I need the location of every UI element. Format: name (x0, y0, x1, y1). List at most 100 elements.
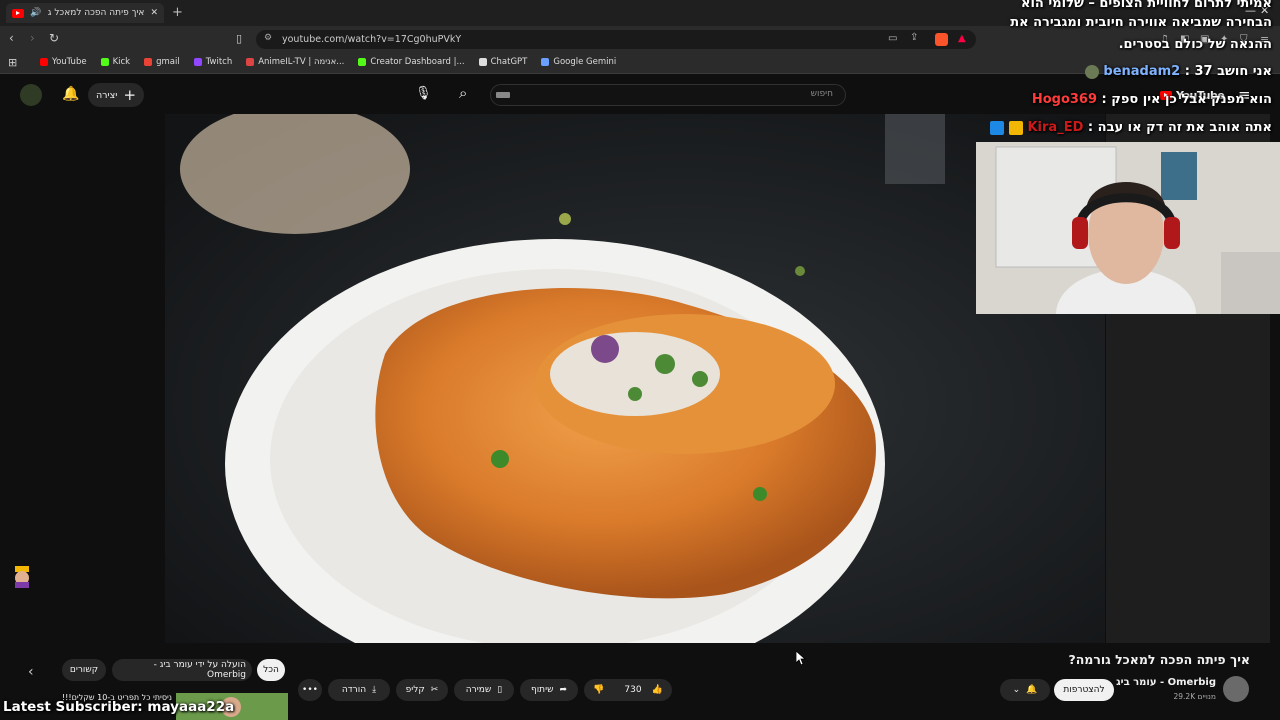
bookmark-item[interactable]: Twitch (193, 57, 233, 67)
bookmark-favicon-icon (358, 58, 367, 66)
bookmark-favicon-icon (478, 58, 487, 66)
voice-search-icon[interactable]: 🎙 (415, 86, 432, 101)
clip-button[interactable]: קליפ ✂ (396, 679, 448, 701)
audio-icon[interactable]: 🔊 (30, 8, 41, 18)
search-input[interactable]: חיפוש (490, 84, 846, 106)
bookmark-favicon-icon (193, 58, 202, 66)
share-label: שיתוף (530, 685, 554, 695)
bookmark-favicon-icon (144, 58, 153, 66)
brave-shield-icon[interactable] (935, 33, 948, 46)
dislike-icon[interactable]: 👎 (593, 685, 604, 695)
chat-text: אתה אוהב את זה דק או עבה (1097, 120, 1272, 135)
brave-rewards-icon[interactable]: ▲ (958, 33, 966, 44)
chip-all[interactable]: הכל (257, 659, 285, 681)
chat-username: Hogo369 (1031, 92, 1098, 107)
tab-close-icon[interactable]: ✕ (150, 8, 158, 18)
chat-avatar-icon (1084, 64, 1099, 79)
video-player[interactable] (165, 114, 1105, 643)
chat-message: אתה אוהב את זה דק או עבה : Kira_ED (990, 120, 1272, 135)
youtube-favicon-icon (12, 8, 24, 18)
site-info-icon[interactable]: ⚙ (264, 33, 272, 43)
download-label: הורדה (341, 685, 367, 695)
bookmark-favicon-icon (100, 58, 109, 66)
bookmark-label: Kick (112, 57, 131, 67)
more-actions-button[interactable]: ••• (298, 679, 322, 701)
mascot-icon (12, 566, 32, 588)
subscriber-count: 29.2K מנויים (1173, 692, 1217, 701)
bell-icon: 🔔 (1026, 685, 1038, 695)
crown-badge-icon (1008, 120, 1023, 135)
video-frame-schnitzel-image (165, 114, 1105, 643)
like-dislike-group: 👎 730 👍 (584, 679, 672, 701)
bookmark-label: Creator Dashboard |... (370, 57, 465, 67)
notification-dropdown-button[interactable]: ⌄ 🔔 (1000, 679, 1050, 701)
save-button[interactable]: שמירה ▯ (454, 679, 514, 701)
bookmark-item[interactable]: AnimeIL-TV | אנימה... (246, 57, 344, 67)
search-button-icon[interactable]: ⌕ (459, 84, 481, 106)
keyboard-icon[interactable] (496, 92, 510, 98)
share-button[interactable]: שיתוף ➦ (520, 679, 578, 701)
create-label: יצירה (95, 89, 118, 101)
apps-grid-icon[interactable]: ⊞ (8, 56, 17, 69)
bookmark-item[interactable]: gmail (144, 57, 180, 67)
bookmark-favicon-icon (246, 58, 255, 66)
chat-line: ההנאה של כולם בסטרים. (1118, 37, 1272, 52)
more-dots-icon: ••• (302, 685, 318, 695)
screen-cast-icon[interactable]: ▭ (888, 33, 897, 44)
chat-line: הבחירה שמביאה אווירה חיובית ומגבירה את (1010, 15, 1272, 30)
chat-text: אני חושב 37 (1194, 64, 1272, 79)
url-field[interactable]: youtube.com/watch?v=17Cg0huPVkY (256, 30, 976, 49)
channel-avatar[interactable] (1223, 676, 1249, 702)
account-avatar[interactable] (20, 84, 42, 106)
plus-icon: + (123, 86, 137, 104)
download-icon: ⤓ (372, 685, 377, 695)
bookmark-page-icon[interactable]: ▯ (236, 32, 242, 45)
chat-text: הוא מפנק אבל כן אין ספק (1111, 92, 1272, 107)
chat-username: Kira_ED (1027, 120, 1084, 135)
bookmark-label: gmail (156, 57, 180, 67)
bookmark-item[interactable]: Creator Dashboard |... (358, 57, 465, 67)
chip-related[interactable]: קשורים (62, 659, 106, 681)
reload-icon[interactable]: ↻ (49, 31, 59, 45)
like-count[interactable]: 730 (624, 685, 641, 695)
share-page-icon[interactable]: ⇪ (910, 32, 918, 43)
streamer-webcam (976, 142, 1280, 314)
save-label: שמירה (465, 685, 492, 695)
bookmark-favicon-icon (541, 58, 550, 66)
chip-uploaded-by[interactable]: הועלה על ידי עומר ביג - Omerbig (112, 659, 252, 681)
chat-message: הוא מפנק אבל כן אין ספק : Hogo369 (1031, 92, 1272, 107)
subscribe-button[interactable]: להצטרפות (1054, 679, 1114, 701)
share-icon: ➦ (559, 685, 568, 695)
channel-name[interactable]: עומר ביג - Omerbig (1116, 677, 1216, 688)
video-title: איך פיתה הפכה למאכל גורמה? (1068, 652, 1250, 667)
chat-line: אמיתי לתרום לחוויית הצופים – שלומי הוא (1021, 0, 1272, 11)
bookmark-item[interactable]: Google Gemini (541, 57, 616, 67)
bookmark-item[interactable]: ChatGPT (478, 57, 528, 67)
chevron-down-icon: ⌄ (1012, 685, 1021, 695)
bookmark-item[interactable]: YouTube (40, 57, 87, 67)
webcam-image (976, 142, 1280, 314)
clip-label: קליפ (405, 685, 425, 695)
download-button[interactable]: הורדה ⤓ (328, 679, 390, 701)
chips-prev-icon[interactable]: ‹ (28, 664, 34, 680)
like-icon[interactable]: 👍 (652, 685, 663, 695)
mouse-cursor-icon (795, 650, 807, 669)
notifications-bell-icon[interactable]: 🔔 (62, 86, 79, 102)
scissors-icon: ✂ (430, 685, 439, 695)
back-icon[interactable]: ‹ (9, 31, 14, 45)
create-button[interactable]: יצירה + (88, 83, 144, 107)
tab-title: איך פיתה הפכה למאכל גורמה (47, 8, 145, 18)
subscribe-label: להצטרפות (1063, 685, 1105, 695)
latest-subscriber-overlay: Latest Subscriber: mayaaa22a (3, 699, 235, 715)
bookmarks-list: YouTube Kick gmail Twitch AnimeIL-TV | אנימה… (40, 57, 616, 67)
bookmark-label: AnimeIL-TV | אנימה... (258, 57, 345, 67)
bookmark-label: Twitch (205, 57, 233, 67)
bookmark-item[interactable]: Kick (100, 57, 131, 67)
bookmark-label: ChatGPT (490, 57, 528, 67)
bookmark-favicon-icon (40, 58, 48, 66)
forward-icon[interactable]: › (30, 31, 35, 45)
bookmark-icon: ▯ (497, 685, 503, 695)
new-tab-icon[interactable]: + (172, 5, 183, 20)
browser-tab[interactable]: 🔊 איך פיתה הפכה למאכל גורמה ✕ (6, 3, 164, 23)
bookmark-label: YouTube (52, 57, 87, 67)
